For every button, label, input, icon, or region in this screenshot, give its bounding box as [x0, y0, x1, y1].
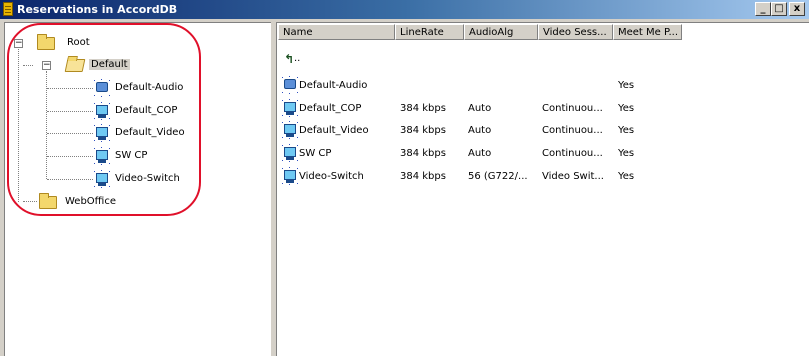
- tree-label-reservation: Default_COP: [115, 105, 178, 116]
- cell-video-session: Video Swit...: [542, 171, 604, 182]
- maximize-button[interactable]: □: [771, 2, 787, 16]
- close-button[interactable]: x: [789, 2, 805, 16]
- column-header-video-session[interactable]: Video Sess...: [538, 24, 613, 40]
- video-reservation-icon: [281, 120, 299, 140]
- cell-audioalg: Auto: [468, 148, 492, 159]
- tree-label-reservation: Default-Audio: [115, 82, 184, 93]
- cell-name: Video-Switch: [299, 171, 364, 182]
- tree-line: [23, 65, 33, 66]
- tree-line: [47, 88, 93, 89]
- video-reservation-icon: [93, 101, 111, 121]
- folder-icon: [37, 34, 55, 50]
- audio-reservation-icon: [93, 78, 111, 98]
- cell-meet-me: Yes: [618, 171, 635, 182]
- tree-label-weboffice: WebOffice: [65, 196, 116, 207]
- cell-video-session: Continuou...: [542, 103, 603, 114]
- tree-node-reservation[interactable]: Default_Video: [91, 123, 231, 143]
- cell-linerate: 384 kbps: [400, 125, 446, 136]
- cell-name: Default_COP: [299, 103, 362, 114]
- column-header-meet-me[interactable]: Meet Me P...: [613, 24, 682, 40]
- video-reservation-icon: [93, 146, 111, 166]
- cell-name: SW CP: [299, 148, 332, 159]
- tree-node-reservation[interactable]: Default-Audio: [91, 78, 231, 98]
- cell-linerate: 384 kbps: [400, 171, 446, 182]
- cell-audioalg: Auto: [468, 103, 492, 114]
- tree-node-reservation[interactable]: Video-Switch: [91, 169, 231, 189]
- column-header-linerate[interactable]: LineRate: [395, 24, 464, 40]
- window-title: Reservations in AccordDB: [17, 3, 178, 16]
- video-reservation-icon: [281, 143, 299, 163]
- open-folder-icon: [64, 59, 86, 72]
- tree-pane[interactable]: − Root − Default Default-Audio Default_C…: [4, 22, 271, 356]
- column-header-name[interactable]: Name: [278, 24, 395, 40]
- audio-reservation-icon: [281, 75, 299, 95]
- cell-video-session: Continuou...: [542, 148, 603, 159]
- video-reservation-icon: [93, 123, 111, 143]
- table-row[interactable]: Default_Video 384 kbps Auto Continuou...…: [277, 119, 797, 141]
- tree-line: [47, 156, 93, 157]
- tree-line: [47, 179, 93, 180]
- up-folder-icon: ↰: [284, 52, 295, 66]
- up-folder-label: ..: [294, 53, 301, 64]
- up-folder-row[interactable]: ↰ ..: [284, 53, 304, 65]
- table-row[interactable]: Video-Switch 384 kbps 56 (G722/... Video…: [277, 165, 797, 187]
- cell-name: Default-Audio: [299, 80, 368, 91]
- cell-linerate: 384 kbps: [400, 103, 446, 114]
- tree-line: [18, 46, 19, 202]
- folder-icon: [39, 193, 57, 209]
- cell-meet-me: Yes: [618, 103, 635, 114]
- collapse-toggle[interactable]: −: [14, 39, 23, 48]
- tree-line: [47, 111, 93, 112]
- video-reservation-icon: [281, 98, 299, 118]
- tree-label-reservation: Default_Video: [115, 127, 185, 138]
- cell-video-session: Continuou...: [542, 125, 603, 136]
- video-reservation-icon: [93, 169, 111, 189]
- cell-linerate: 384 kbps: [400, 148, 446, 159]
- table-row[interactable]: Default-Audio Yes: [277, 74, 797, 96]
- title-bar[interactable]: Reservations in AccordDB _ □ x: [0, 0, 809, 19]
- table-row[interactable]: SW CP 384 kbps Auto Continuou... Yes: [277, 142, 797, 164]
- tree-line: [23, 201, 37, 202]
- tree-line: [47, 133, 93, 134]
- tree-label-default: Default: [89, 59, 130, 70]
- cell-meet-me: Yes: [618, 125, 635, 136]
- cell-audioalg: Auto: [468, 125, 492, 136]
- collapse-toggle[interactable]: −: [42, 61, 51, 70]
- tree-node-reservation[interactable]: Default_COP: [91, 101, 231, 121]
- database-icon: [3, 2, 13, 16]
- tree-node-reservation[interactable]: SW CP: [91, 146, 231, 166]
- video-reservation-icon: [281, 166, 299, 186]
- tree-label-root: Root: [67, 37, 90, 48]
- tree-label-reservation: Video-Switch: [115, 173, 180, 184]
- reservations-window: Reservations in AccordDB _ □ x − Root − …: [0, 0, 809, 356]
- minimize-button[interactable]: _: [755, 2, 771, 16]
- tree-node-default[interactable]: − Default: [41, 56, 161, 74]
- column-header-audioalg[interactable]: AudioAlg: [464, 24, 538, 40]
- cell-audioalg: 56 (G722/...: [468, 171, 528, 182]
- tree-node-weboffice[interactable]: WebOffice: [37, 193, 157, 211]
- tree-label-reservation: SW CP: [115, 150, 148, 161]
- cell-meet-me: Yes: [618, 148, 635, 159]
- tree-node-root[interactable]: − Root: [13, 34, 133, 52]
- table-row[interactable]: Default_COP 384 kbps Auto Continuou... Y…: [277, 97, 797, 119]
- cell-name: Default_Video: [299, 125, 369, 136]
- list-pane[interactable]: Name LineRate AudioAlg Video Sess... Mee…: [276, 22, 809, 356]
- cell-meet-me: Yes: [618, 80, 635, 91]
